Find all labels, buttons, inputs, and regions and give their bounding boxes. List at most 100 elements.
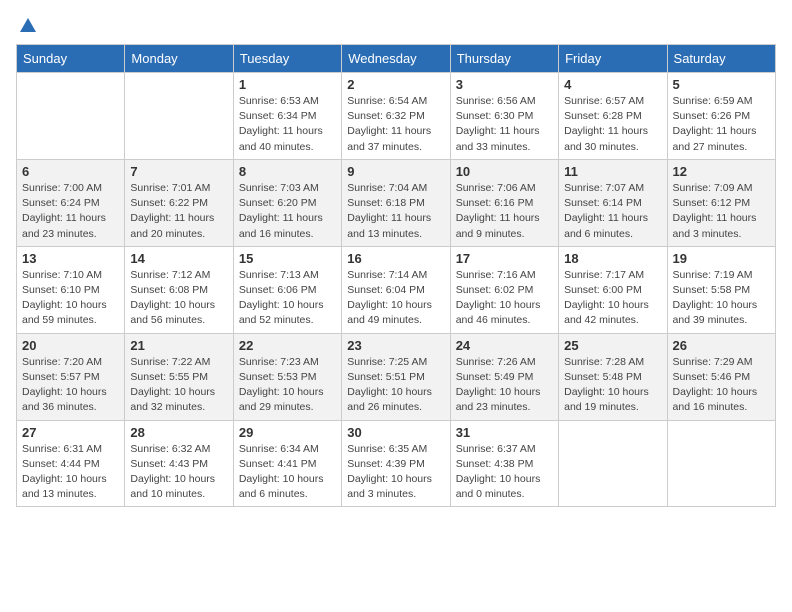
weekday-header-cell: Friday <box>559 45 667 73</box>
calendar-day-cell: 12 Sunrise: 7:09 AM Sunset: 6:12 PM Dayli… <box>667 159 775 246</box>
calendar-day-cell <box>125 73 233 160</box>
calendar-day-cell: 5Sunrise: 6:59 AM Sunset: 6:26 PM Daylig… <box>667 73 775 160</box>
calendar-day-cell: 8 Sunrise: 7:03 AM Sunset: 6:20 PM Daylig… <box>233 159 341 246</box>
day-number: 20 <box>22 338 119 353</box>
day-number: 5 <box>673 77 770 92</box>
calendar-day-cell: 26 Sunrise: 7:29 AM Sunset: 5:46 PM Dayli… <box>667 333 775 420</box>
day-number: 1 <box>239 77 336 92</box>
day-number: 21 <box>130 338 227 353</box>
day-number: 14 <box>130 251 227 266</box>
calendar-day-cell: 29 Sunrise: 6:34 AM Sunset: 4:41 PM Dayli… <box>233 420 341 507</box>
day-info: Sunrise: 7:00 AM Sunset: 6:24 PM Dayligh… <box>22 181 119 242</box>
calendar-day-cell: 25 Sunrise: 7:28 AM Sunset: 5:48 PM Dayli… <box>559 333 667 420</box>
calendar-day-cell: 27Sunrise: 6:31 AM Sunset: 4:44 PM Dayli… <box>17 420 125 507</box>
day-number: 19 <box>673 251 770 266</box>
day-info: Sunrise: 6:53 AM Sunset: 6:34 PM Dayligh… <box>239 94 336 155</box>
weekday-header-cell: Sunday <box>17 45 125 73</box>
calendar-day-cell: 23 Sunrise: 7:25 AM Sunset: 5:51 PM Dayli… <box>342 333 450 420</box>
calendar-day-cell: 14 Sunrise: 7:12 AM Sunset: 6:08 PM Dayli… <box>125 246 233 333</box>
day-info: Sunrise: 6:31 AM Sunset: 4:44 PM Dayligh… <box>22 442 119 503</box>
calendar-day-cell: 4 Sunrise: 6:57 AM Sunset: 6:28 PM Daylig… <box>559 73 667 160</box>
calendar-table: SundayMondayTuesdayWednesdayThursdayFrid… <box>16 44 776 507</box>
day-info: Sunrise: 6:54 AM Sunset: 6:32 PM Dayligh… <box>347 94 444 155</box>
calendar-week-row: 6 Sunrise: 7:00 AM Sunset: 6:24 PM Daylig… <box>17 159 776 246</box>
day-number: 26 <box>673 338 770 353</box>
day-number: 22 <box>239 338 336 353</box>
day-number: 25 <box>564 338 661 353</box>
calendar-day-cell: 17 Sunrise: 7:16 AM Sunset: 6:02 PM Dayli… <box>450 246 558 333</box>
day-info: Sunrise: 7:09 AM Sunset: 6:12 PM Dayligh… <box>673 181 770 242</box>
calendar-day-cell: 18Sunrise: 7:17 AM Sunset: 6:00 PM Dayli… <box>559 246 667 333</box>
day-info: Sunrise: 6:35 AM Sunset: 4:39 PM Dayligh… <box>347 442 444 503</box>
day-number: 7 <box>130 164 227 179</box>
calendar-day-cell: 9Sunrise: 7:04 AM Sunset: 6:18 PM Daylig… <box>342 159 450 246</box>
calendar-day-cell: 3 Sunrise: 6:56 AM Sunset: 6:30 PM Daylig… <box>450 73 558 160</box>
day-number: 10 <box>456 164 553 179</box>
day-number: 15 <box>239 251 336 266</box>
day-info: Sunrise: 7:17 AM Sunset: 6:00 PM Dayligh… <box>564 268 661 329</box>
calendar-day-cell <box>667 420 775 507</box>
day-info: Sunrise: 7:29 AM Sunset: 5:46 PM Dayligh… <box>673 355 770 416</box>
calendar-day-cell <box>17 73 125 160</box>
day-number: 4 <box>564 77 661 92</box>
day-info: Sunrise: 6:56 AM Sunset: 6:30 PM Dayligh… <box>456 94 553 155</box>
calendar-day-cell: 19 Sunrise: 7:19 AM Sunset: 5:58 PM Dayli… <box>667 246 775 333</box>
day-number: 17 <box>456 251 553 266</box>
calendar-week-row: 13 Sunrise: 7:10 AM Sunset: 6:10 PM Dayli… <box>17 246 776 333</box>
calendar-week-row: 1 Sunrise: 6:53 AM Sunset: 6:34 PM Daylig… <box>17 73 776 160</box>
day-info: Sunrise: 6:57 AM Sunset: 6:28 PM Dayligh… <box>564 94 661 155</box>
day-number: 29 <box>239 425 336 440</box>
calendar-day-cell: 2 Sunrise: 6:54 AM Sunset: 6:32 PM Daylig… <box>342 73 450 160</box>
day-number: 3 <box>456 77 553 92</box>
day-info: Sunrise: 7:14 AM Sunset: 6:04 PM Dayligh… <box>347 268 444 329</box>
day-number: 11 <box>564 164 661 179</box>
calendar-day-cell: 30 Sunrise: 6:35 AM Sunset: 4:39 PM Dayli… <box>342 420 450 507</box>
calendar-week-row: 20 Sunrise: 7:20 AM Sunset: 5:57 PM Dayli… <box>17 333 776 420</box>
day-number: 30 <box>347 425 444 440</box>
day-number: 2 <box>347 77 444 92</box>
calendar-day-cell <box>559 420 667 507</box>
logo <box>16 16 38 36</box>
weekday-header-cell: Saturday <box>667 45 775 73</box>
day-info: Sunrise: 7:28 AM Sunset: 5:48 PM Dayligh… <box>564 355 661 416</box>
day-info: Sunrise: 7:12 AM Sunset: 6:08 PM Dayligh… <box>130 268 227 329</box>
logo-icon <box>18 16 38 36</box>
calendar-day-cell: 21 Sunrise: 7:22 AM Sunset: 5:55 PM Dayli… <box>125 333 233 420</box>
day-info: Sunrise: 7:19 AM Sunset: 5:58 PM Dayligh… <box>673 268 770 329</box>
calendar-day-cell: 24 Sunrise: 7:26 AM Sunset: 5:49 PM Dayli… <box>450 333 558 420</box>
weekday-header-row: SundayMondayTuesdayWednesdayThursdayFrid… <box>17 45 776 73</box>
day-info: Sunrise: 7:25 AM Sunset: 5:51 PM Dayligh… <box>347 355 444 416</box>
header <box>16 16 776 36</box>
day-info: Sunrise: 6:32 AM Sunset: 4:43 PM Dayligh… <box>130 442 227 503</box>
day-number: 24 <box>456 338 553 353</box>
calendar-day-cell: 13 Sunrise: 7:10 AM Sunset: 6:10 PM Dayli… <box>17 246 125 333</box>
day-info: Sunrise: 7:04 AM Sunset: 6:18 PM Dayligh… <box>347 181 444 242</box>
day-number: 8 <box>239 164 336 179</box>
weekday-header-cell: Tuesday <box>233 45 341 73</box>
day-number: 6 <box>22 164 119 179</box>
weekday-header-cell: Wednesday <box>342 45 450 73</box>
calendar-day-cell: 31Sunrise: 6:37 AM Sunset: 4:38 PM Dayli… <box>450 420 558 507</box>
calendar-day-cell: 28 Sunrise: 6:32 AM Sunset: 4:43 PM Dayli… <box>125 420 233 507</box>
calendar-body: 1 Sunrise: 6:53 AM Sunset: 6:34 PM Daylig… <box>17 73 776 507</box>
calendar-week-row: 27Sunrise: 6:31 AM Sunset: 4:44 PM Dayli… <box>17 420 776 507</box>
calendar-day-cell: 7Sunrise: 7:01 AM Sunset: 6:22 PM Daylig… <box>125 159 233 246</box>
day-info: Sunrise: 7:23 AM Sunset: 5:53 PM Dayligh… <box>239 355 336 416</box>
day-info: Sunrise: 7:26 AM Sunset: 5:49 PM Dayligh… <box>456 355 553 416</box>
day-info: Sunrise: 6:34 AM Sunset: 4:41 PM Dayligh… <box>239 442 336 503</box>
day-info: Sunrise: 7:03 AM Sunset: 6:20 PM Dayligh… <box>239 181 336 242</box>
day-info: Sunrise: 7:16 AM Sunset: 6:02 PM Dayligh… <box>456 268 553 329</box>
day-info: Sunrise: 7:22 AM Sunset: 5:55 PM Dayligh… <box>130 355 227 416</box>
day-number: 28 <box>130 425 227 440</box>
calendar-day-cell: 15 Sunrise: 7:13 AM Sunset: 6:06 PM Dayli… <box>233 246 341 333</box>
weekday-header-cell: Monday <box>125 45 233 73</box>
day-info: Sunrise: 7:13 AM Sunset: 6:06 PM Dayligh… <box>239 268 336 329</box>
day-number: 16 <box>347 251 444 266</box>
day-info: Sunrise: 7:10 AM Sunset: 6:10 PM Dayligh… <box>22 268 119 329</box>
weekday-header-cell: Thursday <box>450 45 558 73</box>
day-info: Sunrise: 7:20 AM Sunset: 5:57 PM Dayligh… <box>22 355 119 416</box>
day-number: 12 <box>673 164 770 179</box>
day-number: 13 <box>22 251 119 266</box>
day-number: 23 <box>347 338 444 353</box>
calendar-day-cell: 11Sunrise: 7:07 AM Sunset: 6:14 PM Dayli… <box>559 159 667 246</box>
